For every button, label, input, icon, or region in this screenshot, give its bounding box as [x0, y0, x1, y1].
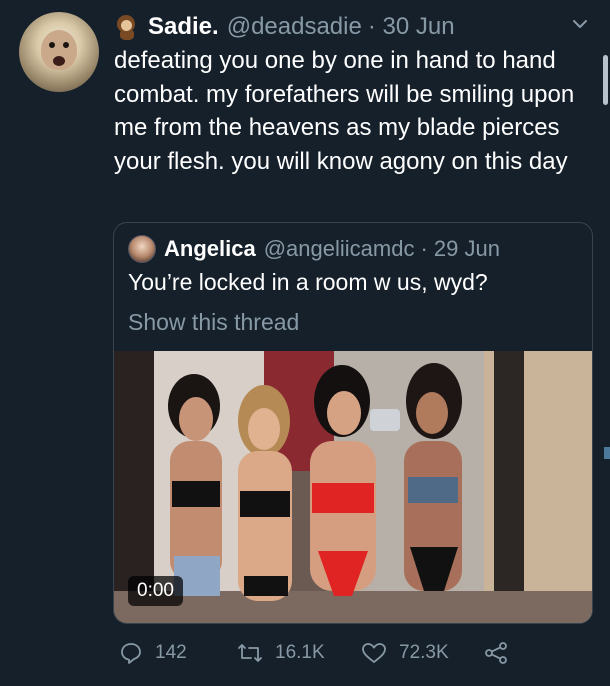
retweet-button[interactable]: 16.1K: [237, 636, 325, 670]
monkey-emoji-icon: [114, 14, 140, 40]
quoted-author-avatar[interactable]: [128, 235, 156, 263]
tweet-actions: 142 16.1K 72.3K: [113, 636, 593, 670]
quoted-tweet[interactable]: Angelica @angeliicamdc · 29 Jun You’re l…: [113, 222, 593, 624]
reply-button[interactable]: 142: [119, 636, 187, 670]
retweet-icon: [238, 644, 262, 662]
show-thread-link[interactable]: Show this thread: [128, 309, 299, 336]
author-name[interactable]: Sadie.: [148, 13, 219, 41]
tweet-text: defeating you one by one in hand to hand…: [114, 47, 575, 175]
retweet-count: 16.1K: [275, 642, 325, 663]
share-icon: [485, 642, 507, 664]
reply-count: 142: [155, 642, 187, 663]
video-player[interactable]: 0:00: [114, 351, 592, 623]
share-button[interactable]: [483, 636, 521, 670]
chevron-down-icon[interactable]: [570, 14, 590, 34]
quoted-tweet-text: You’re locked in a room w us, wyd?: [128, 269, 488, 295]
avatar-eye: [49, 42, 55, 48]
scroll-marker: [604, 447, 610, 459]
tweet-date[interactable]: · 30 Jun: [368, 13, 455, 41]
author-handle[interactable]: @deadsadie: [227, 13, 362, 41]
reply-icon: [121, 643, 141, 664]
scrollbar-thumb[interactable]: [603, 55, 608, 105]
video-timestamp: 0:00: [128, 576, 183, 606]
video-frame: [114, 351, 592, 623]
quoted-tweet-header: Angelica @angeliicamdc · 29 Jun: [128, 233, 500, 265]
like-count: 72.3K: [399, 642, 449, 663]
tweet-page: Sadie. @deadsadie · 30 Jun defeating you…: [0, 0, 610, 686]
person-2: [238, 385, 292, 601]
heart-icon: [362, 643, 386, 663]
person-3: [310, 365, 376, 596]
tweet-header: Sadie. @deadsadie · 30 Jun: [114, 10, 455, 44]
like-button[interactable]: 72.3K: [361, 636, 449, 670]
person-4: [404, 363, 462, 591]
avatar-mouth: [53, 56, 65, 66]
author-avatar[interactable]: [19, 12, 99, 92]
person-1: [168, 374, 222, 596]
quoted-author-name[interactable]: Angelica: [164, 236, 256, 262]
avatar-eye: [63, 42, 69, 48]
phone-shape: [370, 409, 400, 431]
quoted-tweet-date: · 29 Jun: [420, 236, 500, 261]
quoted-author-handle[interactable]: @angeliicamdc: [264, 236, 415, 262]
